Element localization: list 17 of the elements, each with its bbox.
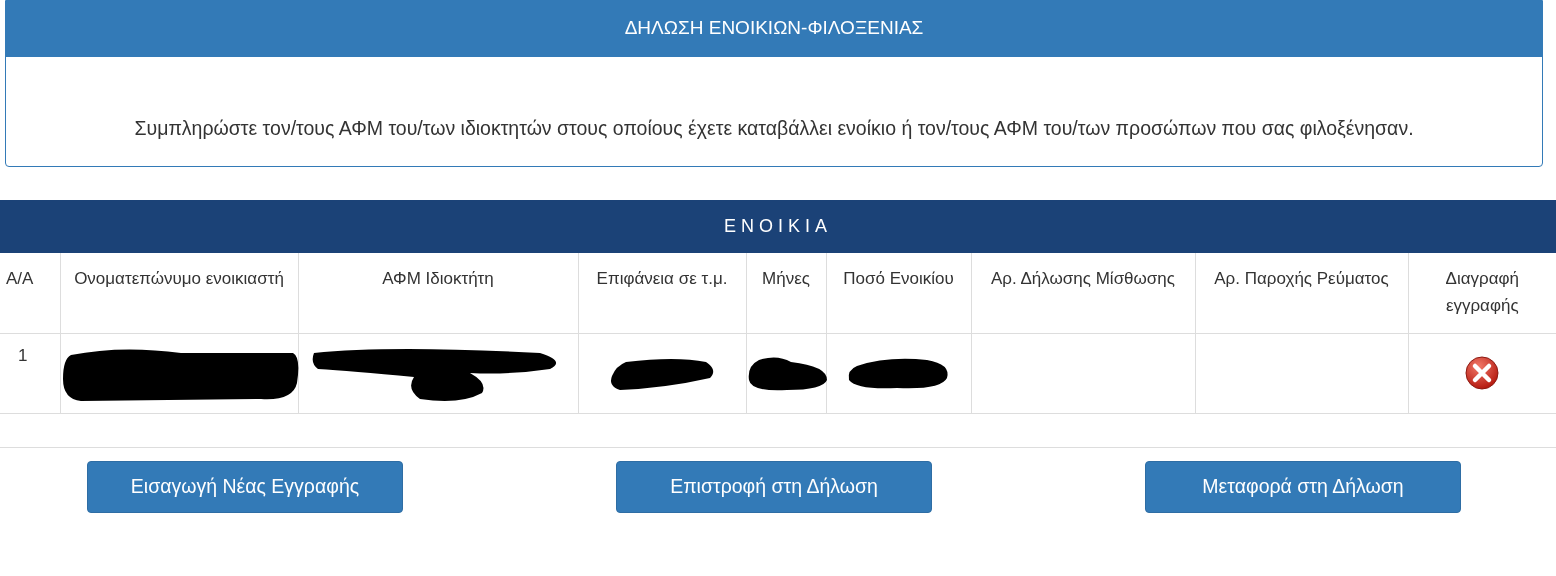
action-button[interactable]: Μεταφορά στη Δήλωση [1145, 460, 1461, 513]
column-header: Αρ. Δήλωσης Μίσθωσης [971, 253, 1195, 333]
column-header: Μήνες [746, 253, 826, 333]
action-button[interactable]: Εισαγωγή Νέας Εγγραφής [87, 460, 403, 513]
panel-title: ΔΗΛΩΣΗ ΕΝΟΙΚΙΩΝ-ΦΙΛΟΞΕΝΙΑΣ [6, 1, 1542, 57]
column-header: Αρ. Παροχής Ρεύματος [1195, 253, 1408, 333]
instruction-text: Συμπληρώστε τον/τους ΑΦΜ του/των ιδιοκτητών στους οποίους έχετε καταβάλλει ενοίκιο ή τον/τους ΑΦΜ του/των προσώπων που σας φιλοξένησαν. [133, 116, 1415, 140]
column-header: Α/Α [0, 253, 60, 333]
delete-icon[interactable] [1464, 355, 1501, 391]
column-header: Διαγραφή εγγραφής [1408, 253, 1556, 333]
action-button[interactable]: Επιστροφή στη Δήλωση [616, 460, 932, 513]
column-header: Ονοματεπώνυμο ενοικιαστή [60, 253, 298, 333]
table-cell-text: 1 [18, 345, 28, 365]
column-header: Επιφάνεια σε τ.μ. [578, 253, 746, 333]
column-header: ΑΦΜ Ιδιοκτήτη [298, 253, 578, 333]
table-title: ΕΝΟΙΚΙΑ [0, 200, 1556, 253]
column-header: Ποσό Ενοικίου [826, 253, 971, 333]
